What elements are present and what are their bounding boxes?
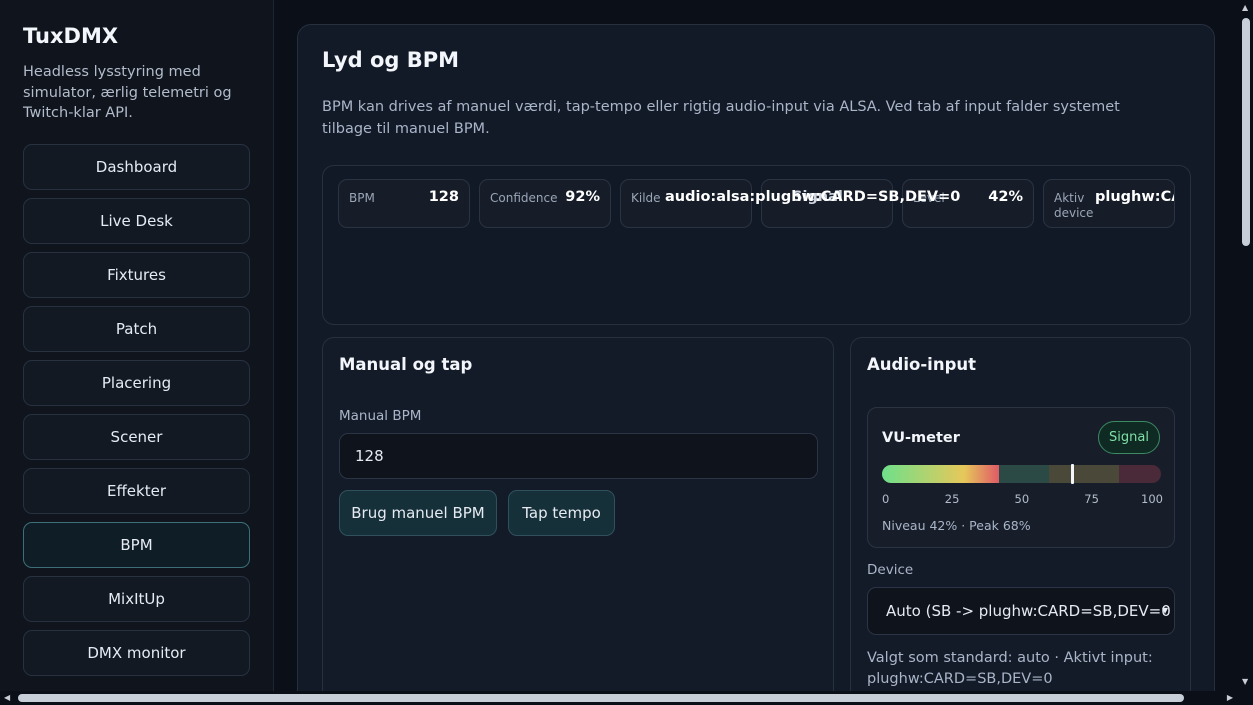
sidebar-nav: Dashboard Live Desk Fixtures Patch Place… xyxy=(23,143,250,676)
stat-value: 42% xyxy=(988,189,1023,205)
vu-peak-marker xyxy=(1070,464,1074,484)
sidebar-item-placering[interactable]: Placering xyxy=(23,359,250,406)
vu-meter-track xyxy=(882,465,1161,483)
stat-source: Kilde audio:alsa:plughw:CARD=SB,DEV=0 xyxy=(620,179,960,228)
sidebar-item-label: Fixtures xyxy=(107,265,166,284)
sidebar: TuxDMX Headless lysstyring med simulator… xyxy=(0,0,274,691)
sidebar-item-label: Patch xyxy=(115,319,158,338)
sidebar-item-label: Live Desk xyxy=(100,211,173,230)
stat-confidence: Confidence 92% xyxy=(479,179,611,228)
sidebar-item-dmx-monitor[interactable]: DMX monitor xyxy=(23,629,250,676)
sidebar-item-bpm[interactable]: BPM xyxy=(23,521,250,568)
stat-label: Kilde xyxy=(631,191,661,205)
stat-label: Aktiv device xyxy=(1054,191,1094,220)
sidebar-item-effekter[interactable]: Effekter xyxy=(23,467,250,514)
vu-zone xyxy=(999,465,1050,483)
sidebar-item-label: Scener xyxy=(110,427,163,446)
manual-bpm-label: Manual BPM xyxy=(339,408,422,424)
sidebar-item-label: MixItUp xyxy=(108,589,165,608)
audio-input-card: Audio-input VU-meter Signal 0 25 50 75 100 N… xyxy=(850,337,1191,691)
sidebar-item-label: Effekter xyxy=(106,481,166,500)
sidebar-item-scener[interactable]: Scener xyxy=(23,413,250,460)
arrow-right-icon[interactable]: ▶ xyxy=(1227,693,1233,702)
main-content: Lyd og BPM BPM kan drives af manuel værd… xyxy=(274,0,1239,691)
stat-value: 92% xyxy=(565,189,600,205)
sidebar-item-mixitup[interactable]: MixItUp xyxy=(23,575,250,622)
sidebar-item-label: Dashboard xyxy=(95,157,178,176)
vu-zone xyxy=(1119,465,1161,483)
vu-tick-label: 75 xyxy=(1084,492,1099,506)
brand-title: TuxDMX xyxy=(23,24,119,48)
vertical-scrollbar[interactable]: ▲ ▼ xyxy=(1239,0,1253,691)
vu-tick-label: 25 xyxy=(944,492,960,506)
use-manual-bpm-button[interactable]: Brug manuel BPM xyxy=(339,490,497,536)
vu-tick-label: 50 xyxy=(1014,492,1030,506)
sidebar-item-label: BPM xyxy=(120,535,153,554)
stat-value: plughw:CARD=SB,D xyxy=(1095,189,1174,205)
vu-level-fill xyxy=(882,465,1000,483)
chevron-down-icon: ▾ xyxy=(1161,603,1168,617)
vu-meter: VU-meter Signal 0 25 50 75 100 Niveau 42% · … xyxy=(867,407,1175,548)
sidebar-item-fixtures[interactable]: Fixtures xyxy=(23,251,250,298)
signal-badge: Signal xyxy=(1098,421,1160,454)
device-select[interactable]: Auto (SB -> plughw:CARD=SB,DEV=0 -> ... … xyxy=(867,587,1175,635)
card-title: Audio-input xyxy=(867,355,977,374)
manual-bpm-input[interactable]: 128 xyxy=(339,433,818,479)
sidebar-item-live-desk[interactable]: Live Desk xyxy=(23,197,250,244)
sidebar-item-dashboard[interactable]: Dashboard xyxy=(23,143,250,190)
sidebar-item-patch[interactable]: Patch xyxy=(23,305,250,352)
stat-label: BPM xyxy=(349,191,375,205)
vu-tick-label: 100 xyxy=(1141,492,1163,506)
tap-tempo-button[interactable]: Tap tempo xyxy=(508,490,615,536)
arrow-down-icon[interactable]: ▼ xyxy=(1242,677,1248,686)
horizontal-scrollbar[interactable]: ◀ ▶ xyxy=(0,691,1253,705)
device-hint: Valgt som standard: auto · Aktivt input:… xyxy=(867,650,1153,687)
stat-active-device: Aktiv device plughw:CARD=SB,D xyxy=(1043,179,1175,228)
telemetry-stats: BPM 128 Confidence 92% Kilde audio:alsa:… xyxy=(322,165,1191,325)
device-label: Device xyxy=(867,562,914,578)
vu-meter-scale: 0 25 50 75 100 xyxy=(882,492,1163,506)
vu-tick-label: 0 xyxy=(882,492,890,506)
stat-label: Confidence xyxy=(490,191,558,205)
manual-bpm-value: 128 xyxy=(355,447,384,465)
bpm-panel: Lyd og BPM BPM kan drives af manuel værd… xyxy=(297,24,1215,691)
brand-tagline: Headless lysstyring med simulator, ærlig… xyxy=(23,64,232,121)
arrow-up-icon[interactable]: ▲ xyxy=(1242,3,1248,12)
scroll-thumb[interactable] xyxy=(1242,18,1250,246)
page-title: Lyd og BPM xyxy=(322,48,460,72)
vu-level-text: Niveau 42% · Peak 68% xyxy=(882,518,1031,533)
sidebar-item-label: Placering xyxy=(101,373,172,392)
stat-value: audio:alsa:plughw:CARD=SB,DEV=0 xyxy=(665,189,961,205)
sidebar-item-label: DMX monitor xyxy=(87,643,186,662)
page-description: BPM kan drives af manuel værdi, tap-temp… xyxy=(322,99,1120,137)
device-select-value: Auto (SB -> plughw:CARD=SB,DEV=0 -> ... xyxy=(886,602,1174,620)
manual-tap-card: Manual og tap Manual BPM 128 Brug manuel… xyxy=(322,337,834,691)
scroll-thumb[interactable] xyxy=(18,694,1184,702)
stat-bpm: BPM 128 xyxy=(338,179,470,228)
arrow-left-icon[interactable]: ◀ xyxy=(4,693,10,702)
vu-meter-title: VU-meter xyxy=(882,430,960,446)
card-title: Manual og tap xyxy=(339,355,473,374)
vu-zone xyxy=(1049,465,1120,483)
stat-value: 128 xyxy=(428,189,459,205)
